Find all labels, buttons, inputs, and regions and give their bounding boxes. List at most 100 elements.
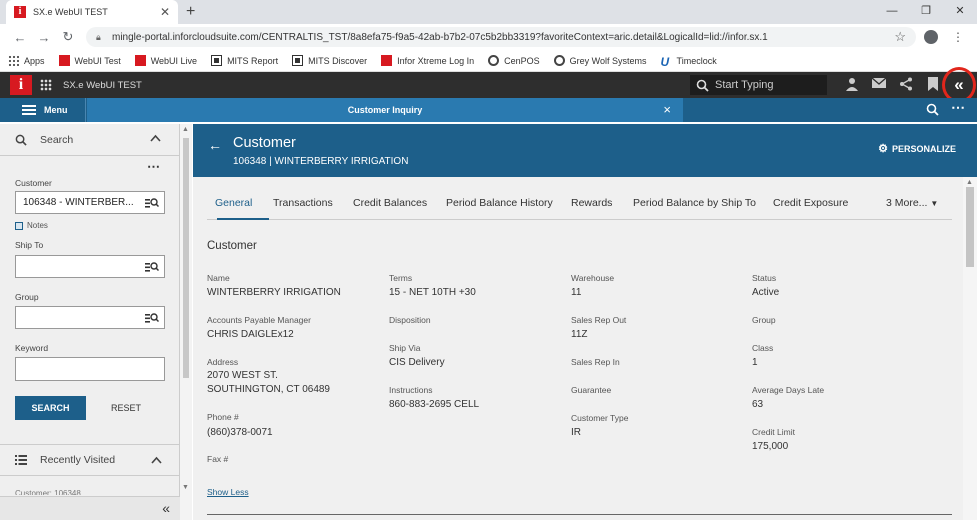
instructions-value: 860-883-2695 CELL — [389, 399, 480, 410]
app-header: i SX.e WebUI TEST Start Typing « — [0, 67, 977, 103]
double-chevron-left-icon: « — [954, 75, 964, 94]
phone-value: (860)378-0071 — [207, 427, 273, 438]
bookmark-webui-test[interactable]: WebUI Test — [58, 55, 121, 66]
tab-credit-exposure[interactable]: Credit Exposure — [773, 197, 848, 209]
menu-button[interactable]: Menu — [0, 98, 86, 122]
list-icon — [15, 455, 27, 465]
mail-icon[interactable] — [865, 77, 892, 91]
tab-rewards[interactable]: Rewards — [571, 197, 612, 209]
recently-visited-header[interactable]: Recently Visited — [0, 444, 180, 476]
collapse-left-panel-icon[interactable]: « — [162, 500, 170, 516]
close-window-icon[interactable]: ✕ — [943, 0, 977, 24]
lookup-icon[interactable] — [145, 312, 159, 324]
ap-manager-value: CHRIS DAIGLEx12 — [207, 329, 294, 340]
bookmark-star-icon[interactable]: ☆ — [894, 29, 906, 45]
scroll-down-icon[interactable]: ▼ — [182, 484, 189, 491]
tab-general[interactable]: General — [215, 197, 252, 209]
lock-icon: 🔒︎ — [96, 31, 101, 42]
tab-more[interactable]: 3 More... ▼ — [886, 197, 938, 209]
apps-grid-icon — [8, 55, 19, 66]
sales-rep-out-label: Sales Rep Out — [571, 315, 627, 325]
scroll-up-icon[interactable]: ▲ — [182, 126, 189, 133]
bookmark-mits-report[interactable]: MITS Report — [211, 55, 278, 66]
show-less-link[interactable]: Show Less — [207, 487, 249, 497]
reload-icon[interactable]: ↻ — [56, 29, 80, 45]
search-icon[interactable] — [926, 103, 939, 116]
grey-wolf-icon — [553, 55, 565, 66]
tab-credit-balances[interactable]: Credit Balances — [353, 197, 427, 209]
search-panel-header[interactable]: Search — [0, 124, 179, 156]
bookmark-grey-wolf[interactable]: Grey Wolf Systems — [553, 55, 647, 66]
back-arrow-icon[interactable]: ← — [8, 30, 32, 45]
tab-transactions[interactable]: Transactions — [273, 197, 333, 209]
left-scrollbar[interactable]: ▲ ▼ — [180, 124, 192, 520]
terms-label: Terms — [389, 273, 413, 283]
address-line1: 2070 WEST ST. — [207, 370, 278, 381]
search-panel-title: Search — [40, 133, 74, 146]
browser-tab-title: SX.e WebUI TEST — [33, 7, 108, 17]
url-field[interactable]: 🔒︎ mingle-portal.inforcloudsuite.com/CEN… — [86, 27, 916, 47]
left-panel-footer: « — [0, 496, 180, 520]
bookmark-mits-discover[interactable]: MITS Discover — [292, 55, 367, 66]
minimize-icon[interactable]: — — [875, 0, 909, 24]
infor-icon — [134, 55, 146, 66]
global-search-input[interactable]: Start Typing — [690, 75, 827, 95]
more-options-icon[interactable]: ⋯ — [951, 100, 965, 114]
terms-value: 15 - NET 10TH +30 — [389, 287, 476, 298]
personalize-button[interactable]: ⚙ PERSONALIZE — [878, 142, 956, 155]
profile-avatar-icon[interactable] — [924, 30, 938, 44]
new-tab-button[interactable]: + — [186, 3, 195, 21]
user-icon[interactable] — [838, 77, 865, 91]
tab-customer-inquiry[interactable]: Customer Inquiry × — [87, 98, 683, 122]
infor-logo[interactable]: i — [10, 75, 32, 95]
detail-card: General Transactions Credit Balances Per… — [193, 177, 963, 520]
close-tab-icon[interactable]: × — [663, 103, 671, 116]
search-more-options-icon[interactable]: ⋯ — [147, 160, 160, 173]
credit-limit-value: 175,000 — [752, 441, 789, 452]
bookmark-apps[interactable]: Apps — [8, 55, 45, 66]
search-button[interactable]: SEARCH — [15, 396, 86, 420]
reset-button[interactable]: RESET — [96, 396, 156, 420]
customer-label: Customer — [15, 178, 52, 188]
browser-tab-strip: i SX.e WebUI TEST ✕ + — ❐ ✕ — [0, 0, 977, 24]
warehouse-label: Warehouse — [571, 273, 615, 283]
browser-tab[interactable]: i SX.e WebUI TEST ✕ — [6, 0, 178, 24]
guarantee-label: Guarantee — [571, 385, 612, 395]
ap-manager-label: Accounts Payable Manager — [207, 315, 311, 325]
section-title: Customer — [207, 240, 257, 252]
notes-link[interactable]: Notes — [15, 221, 48, 230]
recent-item[interactable]: Customer: 106348 — [15, 489, 81, 495]
lookup-icon[interactable] — [145, 197, 159, 209]
close-tab-icon[interactable]: ✕ — [160, 6, 170, 18]
chevron-up-icon[interactable] — [151, 456, 162, 464]
customer-field[interactable]: 106348 - WINTERBER... — [15, 191, 165, 214]
bookmark-timeclock[interactable]: U Timeclock — [661, 55, 717, 69]
keyword-input[interactable] — [15, 357, 165, 381]
tab-period-balance-history[interactable]: Period Balance History — [446, 197, 553, 209]
sales-rep-out-value: 11Z — [571, 329, 588, 340]
infor-icon — [58, 55, 70, 66]
avg-days-late-label: Average Days Late — [752, 385, 825, 395]
app-switcher-icon[interactable] — [40, 79, 52, 91]
tab-period-balance-ship-to[interactable]: Period Balance by Ship To — [633, 197, 756, 209]
search-panel: Search ⋯ Customer 106348 - WINTERBER... … — [0, 124, 180, 520]
customer-header: ← Customer 106348 | WINTERBERRY IRRIGATI… — [193, 124, 977, 177]
infor-xtreme-icon — [381, 55, 393, 66]
bookmark-webui-live[interactable]: WebUI Live — [134, 55, 197, 66]
bookmark-infor-xtreme[interactable]: Infor Xtreme Log In — [381, 55, 474, 66]
lookup-icon[interactable] — [145, 261, 159, 273]
browser-menu-icon[interactable]: ⋮ — [952, 30, 964, 44]
bookmark-cenpos[interactable]: CenPOS — [488, 55, 540, 66]
back-arrow-icon[interactable]: ← — [208, 137, 222, 153]
chevron-up-icon[interactable] — [150, 134, 161, 142]
restore-icon[interactable]: ❐ — [909, 0, 943, 24]
shipto-field[interactable] — [15, 255, 165, 278]
left-scroll-thumb[interactable] — [183, 138, 189, 378]
ship-via-value: CIS Delivery — [389, 357, 445, 368]
share-icon[interactable] — [892, 77, 919, 91]
main-scrollbar[interactable]: ▲ — [963, 177, 977, 520]
scroll-up-icon[interactable]: ▲ — [966, 179, 973, 186]
group-field[interactable] — [15, 306, 165, 329]
main-scroll-thumb[interactable] — [966, 187, 974, 267]
forward-arrow-icon[interactable]: → — [32, 30, 56, 45]
